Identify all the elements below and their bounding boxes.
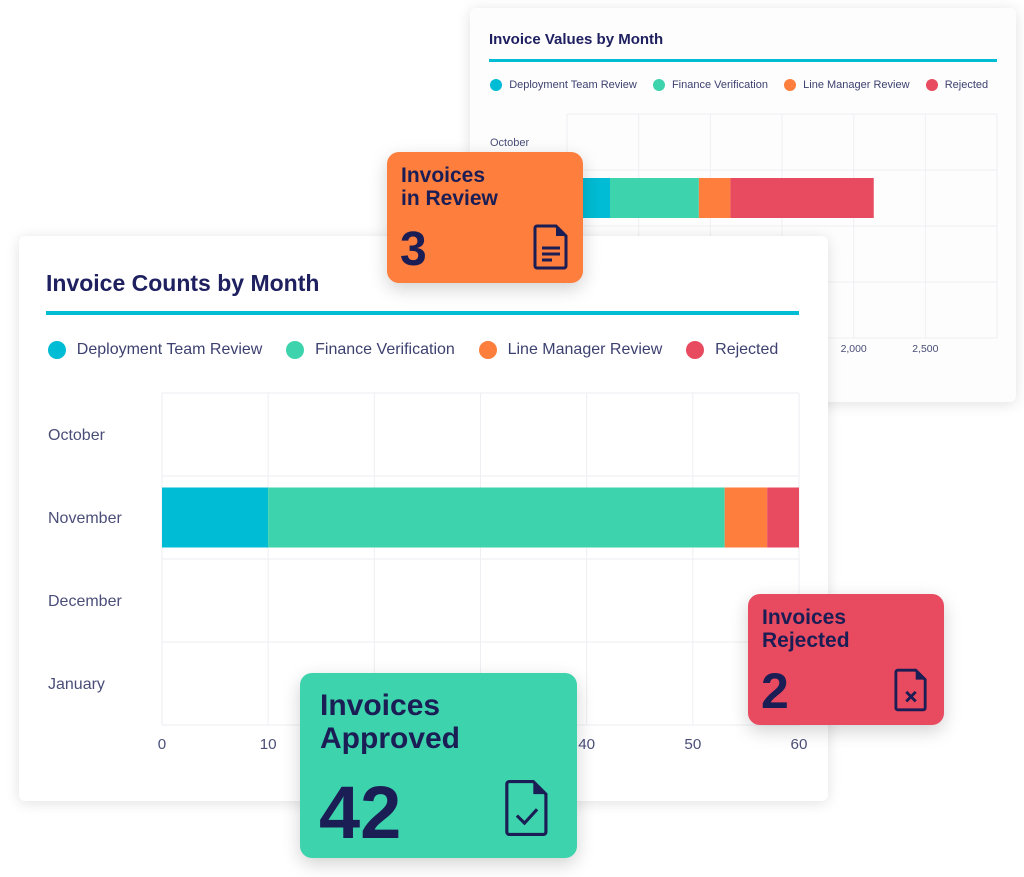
document-check-icon	[505, 779, 548, 837]
y-category-label: November	[48, 510, 122, 527]
stat-label: in Review	[401, 187, 498, 211]
stat-value: 42	[319, 771, 402, 854]
invoices-rejected-card: Invoices Rejected 2	[748, 594, 944, 725]
x-tick-label: 2,000	[841, 344, 867, 355]
document-x-icon	[894, 668, 927, 712]
bar-segment	[268, 487, 725, 548]
stat-value: 3	[400, 223, 427, 276]
invoices-approved-card: Invoices Approved 42	[300, 673, 577, 858]
bar-segment	[610, 178, 699, 218]
document-lines-icon	[533, 224, 568, 270]
invoices-in-review-card: Invoices in Review 3	[387, 152, 583, 283]
x-tick-label: 50	[684, 736, 701, 753]
bar-segment	[162, 487, 269, 548]
y-category-label: January	[48, 676, 105, 693]
bar-segment	[724, 487, 768, 548]
x-tick-label: 40	[578, 736, 595, 753]
stat-value: 2	[761, 663, 789, 719]
x-tick-label: 60	[791, 736, 808, 753]
x-tick-label: 10	[260, 736, 277, 753]
stat-label: Invoices	[762, 606, 847, 629]
stat-label: Invoices	[320, 689, 441, 722]
y-category-label: December	[48, 593, 122, 610]
bar-segment	[730, 178, 874, 218]
stat-label: Invoices	[401, 164, 486, 187]
stat-label: Approved	[320, 722, 461, 755]
bar-segment	[698, 178, 731, 218]
y-category-label: October	[490, 137, 529, 149]
y-category-label: October	[48, 427, 106, 444]
x-tick-label: 2,500	[912, 344, 938, 355]
x-tick-label: 0	[158, 736, 166, 753]
bar-segment	[767, 487, 799, 548]
stat-label: Rejected	[762, 629, 850, 653]
